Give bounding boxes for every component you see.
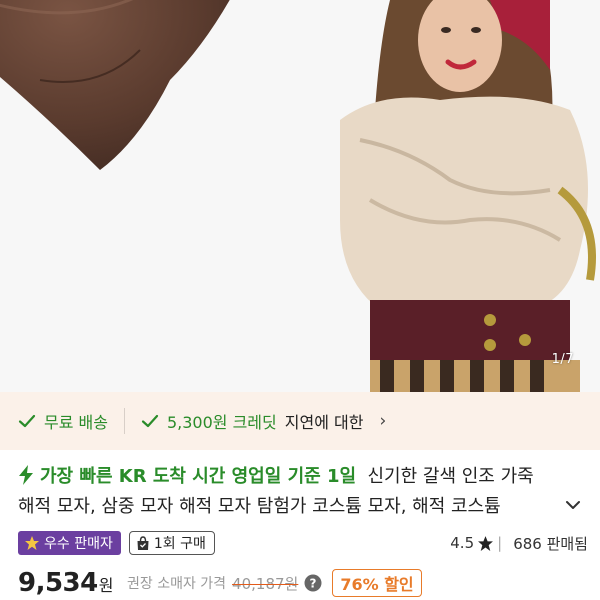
free-shipping-benefit: 무료 배송 bbox=[18, 409, 108, 433]
star-medal-icon bbox=[25, 536, 39, 550]
shopping-bag-icon bbox=[137, 535, 149, 550]
check-icon bbox=[18, 414, 36, 428]
rating-summary[interactable]: 4.5 | 686 판매됨 bbox=[450, 533, 588, 554]
lightning-icon bbox=[19, 465, 33, 485]
current-price-value: 9,534 bbox=[18, 568, 98, 598]
pirate-hat-image bbox=[0, 0, 230, 170]
retail-price-label: 권장 소매자 가격 bbox=[126, 576, 227, 592]
discount-badge: 76% 할인 bbox=[332, 569, 422, 597]
title-text-start: 신기한 갈색 인조 가죽 bbox=[367, 466, 534, 487]
credit-amount: 5,300원 크레딧 bbox=[166, 413, 277, 432]
purchase-count-badge: 1회 구매 bbox=[128, 531, 215, 555]
model-photo bbox=[340, 0, 596, 392]
benefits-strip: 무료 배송 5,300원 크레딧 지연에 대한 › bbox=[0, 392, 600, 450]
rating-separator: | bbox=[497, 534, 503, 552]
product-title: 가장 빠른 KR 도착 시간 영업일 기준 1일 신기한 갈색 인조 가죽 해적… bbox=[18, 462, 588, 522]
svg-text:?: ? bbox=[310, 577, 317, 591]
benefit-divider bbox=[123, 408, 125, 434]
delay-credit-benefit[interactable]: 5,300원 크레딧 지연에 대한 › bbox=[141, 409, 386, 433]
purchase-count-label: 1회 구매 bbox=[153, 536, 206, 552]
free-shipping-label: 무료 배송 bbox=[44, 413, 108, 432]
gallery-page-counter: 1/7 bbox=[551, 352, 574, 367]
currency-unit: 원 bbox=[98, 576, 114, 595]
sold-count: 686 판매됨 bbox=[513, 534, 588, 553]
title-line-1: 가장 빠른 KR 도착 시간 영업일 기준 1일 신기한 갈색 인조 가죽 bbox=[18, 462, 588, 492]
fast-delivery-badge: 가장 빠른 KR 도착 시간 영업일 기준 1일 bbox=[40, 466, 357, 487]
chevron-right-icon: › bbox=[379, 411, 387, 431]
credit-description: 지연에 대한 bbox=[284, 413, 364, 432]
rating-value: 4.5 bbox=[450, 534, 475, 552]
check-icon bbox=[141, 414, 159, 428]
product-image-gallery[interactable]: 1/7 bbox=[0, 0, 600, 392]
title-line-2: 해적 모자, 삼중 모자 해적 모자 탐험가 코스튬 모자, 해적 코스튬 bbox=[18, 496, 501, 517]
price-row: 9,534원 권장 소매자 가격 40,187원 ? 76% 할인 bbox=[18, 566, 588, 600]
star-icon bbox=[478, 535, 494, 551]
help-icon[interactable]: ? bbox=[304, 574, 322, 592]
top-seller-label: 우수 판매자 bbox=[44, 536, 113, 552]
top-seller-badge[interactable]: 우수 판매자 bbox=[18, 531, 121, 555]
retail-price-value: 40,187원 bbox=[232, 574, 299, 593]
chevron-down-icon[interactable] bbox=[564, 496, 582, 514]
badges-row: 우수 판매자 1회 구매 4.5 | 686 판매됨 bbox=[18, 530, 588, 556]
current-price: 9,534원 bbox=[18, 568, 113, 598]
